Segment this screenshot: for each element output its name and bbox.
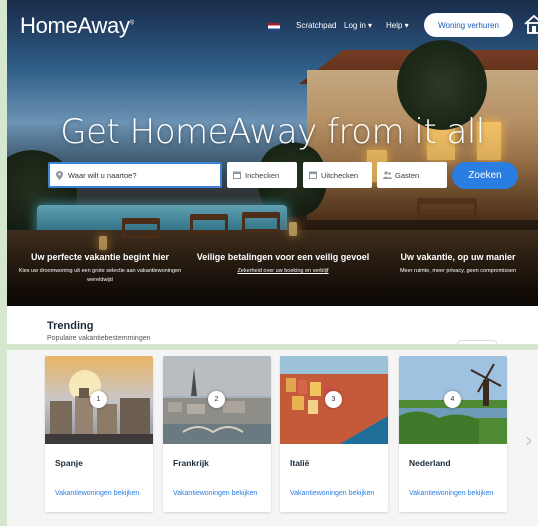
help-menu[interactable]: Help ▾ (386, 21, 409, 30)
destination-name: Italië (290, 458, 310, 468)
checkout-label: Uitchecken (321, 170, 359, 180)
trending-section-header: Trending Populaire vakantiebestemmingen (7, 306, 538, 344)
trending-subtitle: Populaire vakantiebestemmingen (47, 335, 151, 342)
calendar-icon (233, 171, 241, 179)
people-icon (383, 171, 392, 179)
destination-card-spain[interactable]: 1 Spanje Vakantiewoningen bekijken (45, 356, 153, 512)
checkin-field[interactable]: Inchecken (227, 162, 297, 188)
homeaway-logo[interactable]: HomeAway® (20, 13, 134, 39)
feature-text: Kies uw droomwoning uit een grote select… (18, 268, 182, 283)
rank-badge: 3 (325, 391, 342, 408)
house-icon[interactable] (523, 13, 538, 35)
feature-your-way: Uw vakantie, op uw manier Meer ruimte, m… (383, 252, 533, 276)
feature-secure-payments: Veilige betalingen voor een veilig gevoe… (193, 252, 373, 276)
view-rentals-link[interactable]: Vakantiewoningen bekijken (290, 490, 380, 498)
destination-input[interactable] (68, 170, 218, 180)
search-button[interactable]: Zoeken (452, 162, 518, 189)
rank-badge: 1 (90, 391, 107, 408)
destination-field[interactable] (48, 162, 222, 188)
feature-title: Veilige betalingen voor een veilig gevoe… (196, 252, 370, 262)
dutch-flag-icon[interactable] (268, 23, 280, 31)
calendar-icon (309, 171, 317, 179)
view-rentals-link[interactable]: Vakantiewoningen bekijken (55, 490, 145, 498)
guests-label: Gasten (395, 170, 420, 180)
login-menu[interactable]: Log in ▾ (344, 21, 372, 30)
trending-title: Trending (47, 320, 94, 332)
feature-text: Meer ruimte, meer privacy, geen compromi… (399, 268, 517, 274)
destination-name: Nederland (409, 458, 451, 468)
rank-badge: 2 (208, 391, 225, 408)
hero-banner: HomeAway® Scratchpad Log in ▾ Help ▾ Won… (7, 0, 538, 306)
rent-property-button[interactable]: Woning verhuren (424, 13, 513, 37)
feature-perfect-vacation: Uw perfecte vakantie begint hier Kies uw… (11, 252, 189, 285)
checkout-field[interactable]: Uitchecken (303, 162, 372, 188)
chevron-right-icon[interactable]: › (525, 428, 533, 452)
feature-title: Uw vakantie, op uw manier (400, 252, 516, 262)
rank-badge: 4 (444, 391, 461, 408)
secure-booking-link[interactable]: Zekerheid over uw boeking en verblijf (237, 268, 328, 274)
pin-icon (56, 171, 64, 180)
view-rentals-link[interactable]: Vakantiewoningen bekijken (409, 490, 499, 498)
destination-card-italy[interactable]: 3 Italië Vakantiewoningen bekijken (280, 356, 388, 512)
scratchpad-link[interactable]: Scratchpad (296, 21, 336, 30)
destination-carousel: 1 Spanje Vakantiewoningen bekijken 2 Fra… (7, 350, 538, 526)
destination-name: Spanje (55, 458, 83, 468)
destination-name: Frankrijk (173, 458, 209, 468)
destination-card-france[interactable]: 2 Frankrijk Vakantiewoningen bekijken (163, 356, 271, 512)
destination-card-netherlands[interactable]: 4 Nederland Vakantiewoningen bekijken (399, 356, 507, 512)
checkin-label: Inchecken (245, 170, 280, 180)
guests-field[interactable]: Gasten (377, 162, 447, 188)
toggle-pill[interactable] (457, 340, 497, 344)
hero-headline: Get HomeAway from it all (60, 112, 485, 152)
feature-title: Uw perfecte vakantie begint hier (30, 252, 170, 262)
view-rentals-link[interactable]: Vakantiewoningen bekijken (173, 490, 263, 498)
